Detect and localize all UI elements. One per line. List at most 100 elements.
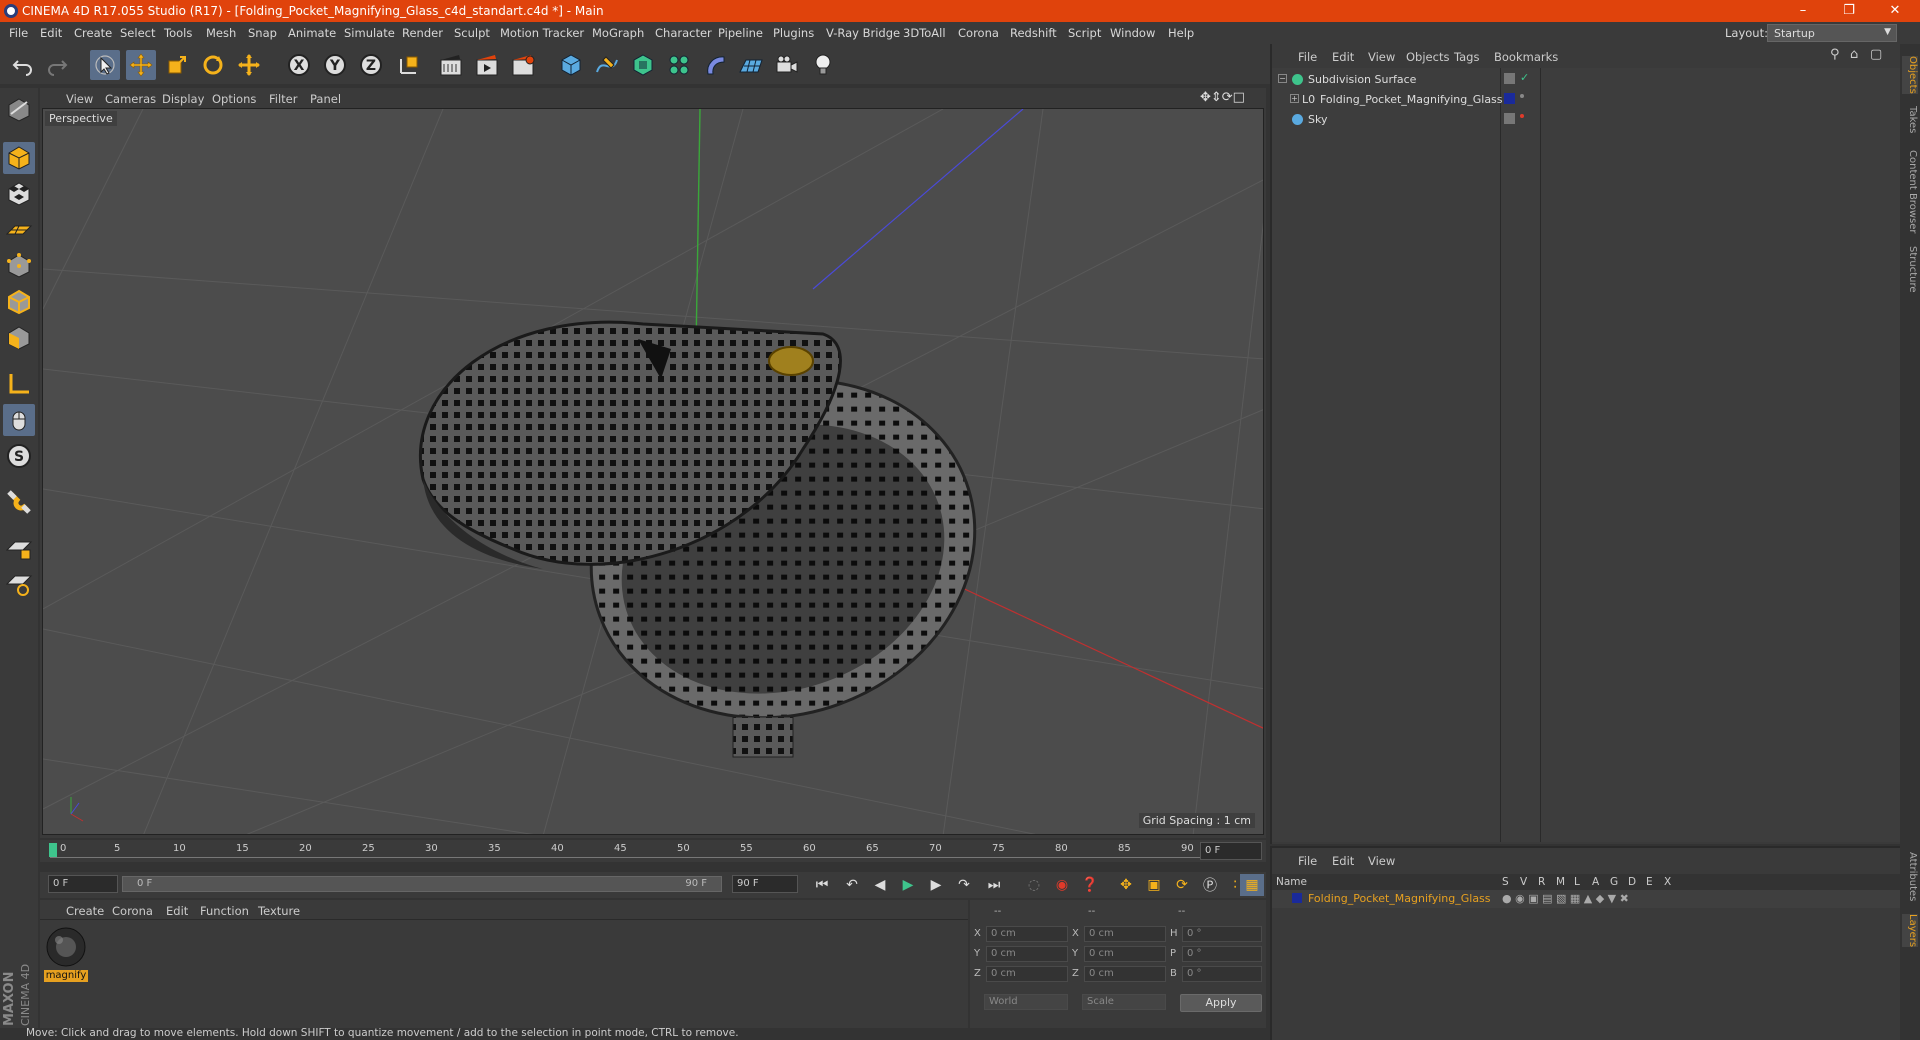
- record-keys-button[interactable]: ◌: [1022, 874, 1046, 896]
- add-light-button[interactable]: [808, 50, 838, 80]
- expand-icon[interactable]: +: [1290, 94, 1299, 103]
- layer-icon[interactable]: [1504, 113, 1515, 124]
- menu-help[interactable]: Help: [1168, 26, 1194, 40]
- objects-menu-edit[interactable]: Edit: [1332, 50, 1354, 64]
- layer-color-swatch[interactable]: [1292, 893, 1302, 903]
- viewport-menu-display[interactable]: Display: [162, 92, 204, 106]
- menu-window[interactable]: Window: [1110, 26, 1155, 40]
- workplane-mode-button[interactable]: [3, 214, 35, 246]
- move-tool-button[interactable]: [126, 50, 156, 80]
- viewport-navigation-icons[interactable]: ✥⇕⟳□: [1200, 90, 1245, 105]
- position-z-field[interactable]: 0 cm: [986, 966, 1068, 982]
- layer-toggle-icons[interactable]: ● ◉ ▣ ▤ ▧ ▦ ▲ ◆ ▼ ✖: [1502, 892, 1629, 905]
- column-xref[interactable]: X: [1664, 876, 1671, 888]
- planar-workplane-button[interactable]: [3, 568, 35, 600]
- add-deformer-button[interactable]: [700, 50, 730, 80]
- column-generators[interactable]: G: [1610, 876, 1618, 888]
- column-deformers[interactable]: D: [1628, 876, 1636, 888]
- key-position-button[interactable]: ✥: [1114, 874, 1138, 896]
- column-animation[interactable]: A: [1592, 876, 1599, 888]
- scale-tool-button[interactable]: [162, 50, 192, 80]
- objects-menu-view[interactable]: View: [1368, 50, 1395, 64]
- key-rotation-button[interactable]: ⟳: [1170, 874, 1194, 896]
- make-editable-button[interactable]: [3, 94, 35, 126]
- add-camera-button[interactable]: [772, 50, 802, 80]
- previous-frame-button[interactable]: ◀: [868, 874, 892, 896]
- keyframe-selection-button[interactable]: ❓: [1078, 874, 1102, 896]
- tab-attributes[interactable]: Attributes: [1902, 852, 1918, 901]
- next-key-button[interactable]: ↷: [952, 874, 976, 896]
- points-mode-button[interactable]: [3, 250, 35, 282]
- snap-button[interactable]: S: [3, 440, 35, 472]
- object-row-folding-pocket-magnifying-glass[interactable]: + L0 Folding_Pocket_Magnifying_Glass: [1272, 90, 1902, 110]
- material-menu-create[interactable]: Create: [66, 904, 104, 918]
- model-mode-button[interactable]: [3, 142, 35, 174]
- current-frame-field[interactable]: 0 F: [1200, 842, 1262, 860]
- play-button[interactable]: ▶: [896, 874, 920, 896]
- size-y-field[interactable]: 0 cm: [1084, 946, 1166, 962]
- menu-mograph[interactable]: MoGraph: [592, 26, 644, 40]
- objects-menu-bookmarks[interactable]: Bookmarks: [1494, 50, 1558, 64]
- objects-menu-tags[interactable]: Tags: [1454, 50, 1479, 64]
- end-frame-field[interactable]: 90 F: [732, 875, 798, 893]
- objects-menu-objects[interactable]: Objects: [1406, 50, 1449, 64]
- viewport-menu-view[interactable]: View: [66, 92, 93, 106]
- start-frame-field[interactable]: 0 F: [48, 875, 118, 893]
- column-solo[interactable]: S: [1502, 876, 1509, 888]
- column-view[interactable]: V: [1520, 876, 1527, 888]
- menu-tools[interactable]: Tools: [164, 26, 192, 40]
- undo-button[interactable]: [8, 50, 38, 80]
- timeline-ruler[interactable]: 0 5 10 15 20 25 30 35 40 45 50 55 60 65 …: [40, 840, 1266, 862]
- key-parameter-button[interactable]: Ⓟ: [1198, 874, 1222, 896]
- column-manager[interactable]: M: [1556, 876, 1565, 888]
- layer-row[interactable]: Folding_Pocket_Magnifying_Glass ● ◉ ▣ ▤ …: [1272, 890, 1902, 908]
- column-locked[interactable]: L: [1574, 876, 1580, 888]
- coordinate-system-button[interactable]: [394, 50, 424, 80]
- visibility-dot-icon[interactable]: [1520, 114, 1524, 118]
- edges-mode-button[interactable]: [3, 286, 35, 318]
- menu-file[interactable]: File: [9, 26, 28, 40]
- go-to-start-button[interactable]: ⏮: [810, 874, 834, 896]
- playhead[interactable]: [49, 843, 57, 857]
- objects-menu-file[interactable]: File: [1298, 50, 1317, 64]
- menu-vray-bridge[interactable]: V-Ray Bridge: [826, 26, 900, 40]
- layers-menu-edit[interactable]: Edit: [1332, 854, 1354, 868]
- visibility-dot-icon[interactable]: [1520, 94, 1524, 98]
- redo-button[interactable]: [42, 50, 72, 80]
- collapse-icon[interactable]: −: [1278, 74, 1287, 83]
- rotation-p-field[interactable]: 0 °: [1182, 946, 1262, 962]
- menu-sculpt[interactable]: Sculpt: [454, 26, 490, 40]
- layer-color-icon[interactable]: [1504, 93, 1515, 104]
- menu-character[interactable]: Character: [655, 26, 712, 40]
- polygons-mode-button[interactable]: [3, 322, 35, 354]
- menu-snap[interactable]: Snap: [248, 26, 277, 40]
- object-row-subdivision-surface[interactable]: − Subdivision Surface ✓: [1272, 70, 1902, 90]
- menu-motion-tracker[interactable]: Motion Tracker: [500, 26, 584, 40]
- material-menu-texture[interactable]: Texture: [258, 904, 300, 918]
- enable-snap-button[interactable]: [3, 486, 35, 518]
- z-axis-lock-button[interactable]: Z: [356, 50, 386, 80]
- axis-mode-button[interactable]: [3, 368, 35, 400]
- previous-key-button[interactable]: ↶: [840, 874, 864, 896]
- menu-script[interactable]: Script: [1068, 26, 1101, 40]
- add-mograph-button[interactable]: [664, 50, 694, 80]
- viewport-menu-cameras[interactable]: Cameras: [105, 92, 156, 106]
- position-x-field[interactable]: 0 cm: [986, 926, 1068, 942]
- close-button[interactable]: ✕: [1872, 0, 1918, 22]
- autokeying-button[interactable]: ◉: [1050, 874, 1074, 896]
- x-axis-lock-button[interactable]: X: [284, 50, 314, 80]
- column-expressions[interactable]: E: [1646, 876, 1653, 888]
- rotation-h-field[interactable]: 0 °: [1182, 926, 1262, 942]
- tab-objects[interactable]: Objects: [1902, 56, 1918, 94]
- object-row-sky[interactable]: Sky: [1272, 110, 1902, 130]
- menu-animate[interactable]: Animate: [288, 26, 336, 40]
- add-floor-button[interactable]: [736, 50, 766, 80]
- tab-structure[interactable]: Structure: [1902, 246, 1918, 293]
- rotate-tool-button[interactable]: [198, 50, 228, 80]
- layout-select[interactable]: Startup ▼: [1767, 24, 1897, 42]
- enabled-check-icon[interactable]: ✓: [1520, 71, 1529, 84]
- viewport-menu-panel[interactable]: Panel: [310, 92, 341, 106]
- viewport-menu-filter[interactable]: Filter: [269, 92, 297, 106]
- menu-corona[interactable]: Corona: [958, 26, 999, 40]
- tweak-mode-button[interactable]: [3, 404, 35, 436]
